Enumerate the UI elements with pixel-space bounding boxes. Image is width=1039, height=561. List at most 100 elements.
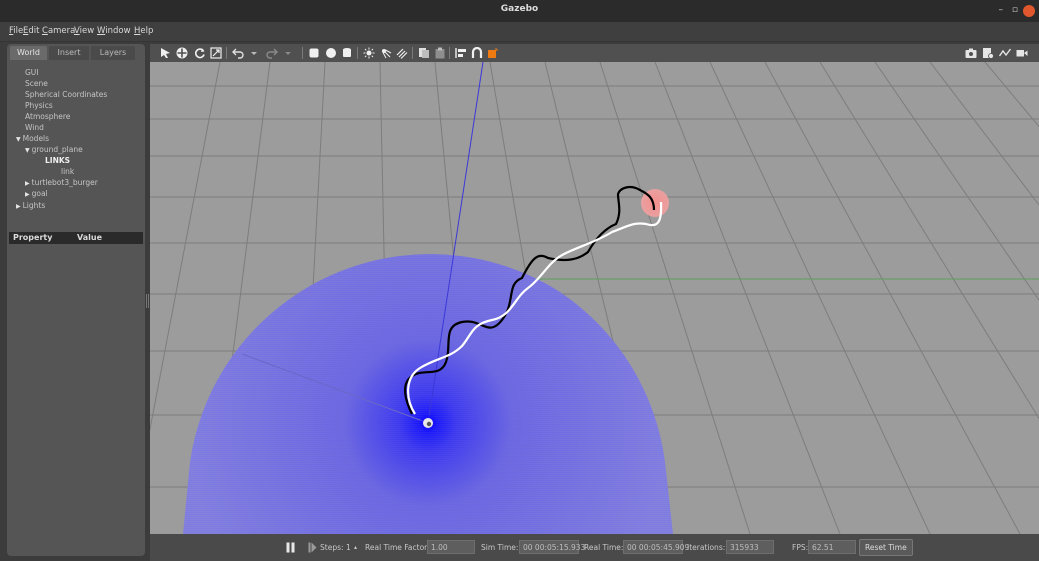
tree-item-label: Physics: [25, 101, 53, 110]
snap-icon[interactable]: [471, 47, 483, 59]
tree-item-label: Lights: [22, 201, 46, 210]
cylinder-icon[interactable]: [341, 47, 353, 59]
undo-dropdown-icon[interactable]: [250, 47, 258, 59]
rtf-value: 1.00: [427, 540, 475, 554]
rtf-label: Real Time Factor:: [365, 543, 430, 552]
tree-item-models[interactable]: ▼ Models: [16, 134, 49, 143]
tree-item-spherical-coordinates[interactable]: Spherical Coordinates: [25, 90, 107, 99]
tree-item-links-header: LINKS: [45, 156, 70, 165]
bottom-bar: Steps: 1 ▴ Real Time Factor: 1.00 Sim Ti…: [150, 534, 1039, 561]
property-table-header: Property Value: [9, 232, 143, 244]
value-column-header: Value: [77, 233, 103, 242]
tab-layers[interactable]: Layers: [91, 46, 135, 60]
collapsed-arrow-icon[interactable]: ▶: [25, 191, 30, 198]
tree-item-link[interactable]: link: [61, 167, 74, 176]
tree-item-turtlebot[interactable]: ▶ turtlebot3_burger: [25, 178, 98, 187]
menu-bar: File Edit Camera View Window Help: [0, 22, 1039, 42]
screenshot-icon[interactable]: [965, 47, 977, 59]
title-bar: Gazebo – ▫: [0, 0, 1039, 22]
3d-viewport[interactable]: [150, 62, 1039, 534]
steps-value[interactable]: 1: [346, 543, 351, 552]
align-icon[interactable]: [455, 47, 467, 59]
iterations-label: Iterations:: [687, 543, 726, 552]
menu-edit[interactable]: Edit: [23, 26, 39, 36]
tree-item-label: Models: [22, 134, 50, 143]
tree-item-ground-plane[interactable]: ▼ ground_plane: [25, 145, 83, 154]
left-panel: World Insert Layers GUI Scene Spherical …: [7, 44, 145, 556]
menu-help[interactable]: Help: [134, 26, 153, 36]
scale-icon[interactable]: [210, 47, 222, 59]
tree-item-goal[interactable]: ▶ goal: [25, 189, 48, 198]
tree-item-label: Wind: [25, 123, 44, 132]
orange-box-icon[interactable]: [487, 47, 499, 59]
fps-value: 62.51: [808, 540, 856, 554]
close-icon[interactable]: [1023, 5, 1035, 17]
toolbar: [150, 44, 1039, 62]
translate-icon[interactable]: [176, 47, 188, 59]
turtlebot-sensor: [426, 421, 432, 427]
tree-item-lights[interactable]: ▶ Lights: [16, 201, 45, 210]
plot-icon[interactable]: [999, 47, 1011, 59]
fps-label: FPS:: [792, 543, 809, 552]
tree-item-label: Atmosphere: [25, 112, 71, 121]
copy-icon[interactable]: [418, 47, 430, 59]
real-time-value: 00 00:05:45.909: [623, 540, 689, 554]
menu-view[interactable]: View: [74, 26, 94, 36]
tree-item-atmosphere[interactable]: Atmosphere: [25, 112, 70, 121]
steps-spinner-icon[interactable]: ▴: [354, 544, 357, 551]
iterations-value: 315933: [726, 540, 774, 554]
step-icon[interactable]: [308, 542, 317, 553]
rotate-icon[interactable]: [194, 47, 206, 59]
real-time-label: Real Time:: [584, 543, 624, 552]
undo-icon[interactable]: [232, 47, 244, 59]
select-arrow-icon[interactable]: [160, 47, 172, 59]
menu-file[interactable]: File: [9, 26, 23, 36]
tree-item-wind[interactable]: Wind: [25, 123, 44, 132]
steps-label: Steps:: [320, 543, 344, 552]
tree-item-scene[interactable]: Scene: [25, 79, 48, 88]
minimize-icon[interactable]: –: [999, 5, 1004, 15]
panel-tabs: World Insert Layers: [7, 44, 145, 60]
tree-item-gui[interactable]: GUI: [25, 68, 39, 77]
log-icon[interactable]: [982, 47, 994, 59]
expanded-arrow-icon[interactable]: ▼: [25, 147, 30, 154]
sphere-icon[interactable]: [325, 47, 337, 59]
tab-insert[interactable]: Insert: [49, 46, 89, 60]
expanded-arrow-icon[interactable]: ▼: [16, 136, 21, 143]
tree-item-label: GUI: [25, 68, 39, 77]
tree-item-label: turtlebot3_burger: [31, 178, 98, 187]
redo-icon[interactable]: [266, 47, 278, 59]
spot-light-icon[interactable]: [380, 47, 392, 59]
sim-time-label: Sim Time:: [481, 543, 519, 552]
property-column-header: Property: [13, 233, 53, 242]
point-light-icon[interactable]: [363, 47, 375, 59]
maximize-icon[interactable]: ▫: [1012, 5, 1018, 15]
toolbar-separator: [357, 47, 358, 59]
tree-item-label: LINKS: [45, 156, 71, 165]
collapsed-arrow-icon[interactable]: ▶: [25, 180, 30, 187]
tree-item-label: goal: [31, 189, 48, 198]
toolbar-separator: [412, 47, 413, 59]
tree-item-label: Scene: [25, 79, 48, 88]
tree-item-physics[interactable]: Physics: [25, 101, 53, 110]
record-video-icon[interactable]: [1016, 47, 1028, 59]
pause-icon[interactable]: [286, 542, 295, 553]
menu-window[interactable]: Window: [97, 26, 131, 36]
box-icon[interactable]: [308, 47, 320, 59]
tree-item-label: ground_plane: [31, 145, 83, 154]
scene-render[interactable]: [150, 62, 1039, 534]
toolbar-separator: [226, 47, 227, 59]
paste-icon[interactable]: [434, 47, 446, 59]
tree-item-label: link: [61, 167, 75, 176]
panel-splitter-handle[interactable]: [146, 294, 149, 308]
directional-light-icon[interactable]: [396, 47, 408, 59]
redo-dropdown-icon[interactable]: [284, 47, 292, 59]
window-title: Gazebo: [500, 4, 539, 14]
toolbar-separator: [449, 47, 450, 59]
sim-time-value: 00 00:05:15.933: [519, 540, 585, 554]
menu-camera[interactable]: Camera: [42, 26, 75, 36]
tab-world[interactable]: World: [10, 46, 47, 60]
reset-time-button[interactable]: Reset Time: [859, 539, 913, 556]
collapsed-arrow-icon[interactable]: ▶: [16, 203, 21, 210]
tree-item-label: Spherical Coordinates: [25, 90, 108, 99]
